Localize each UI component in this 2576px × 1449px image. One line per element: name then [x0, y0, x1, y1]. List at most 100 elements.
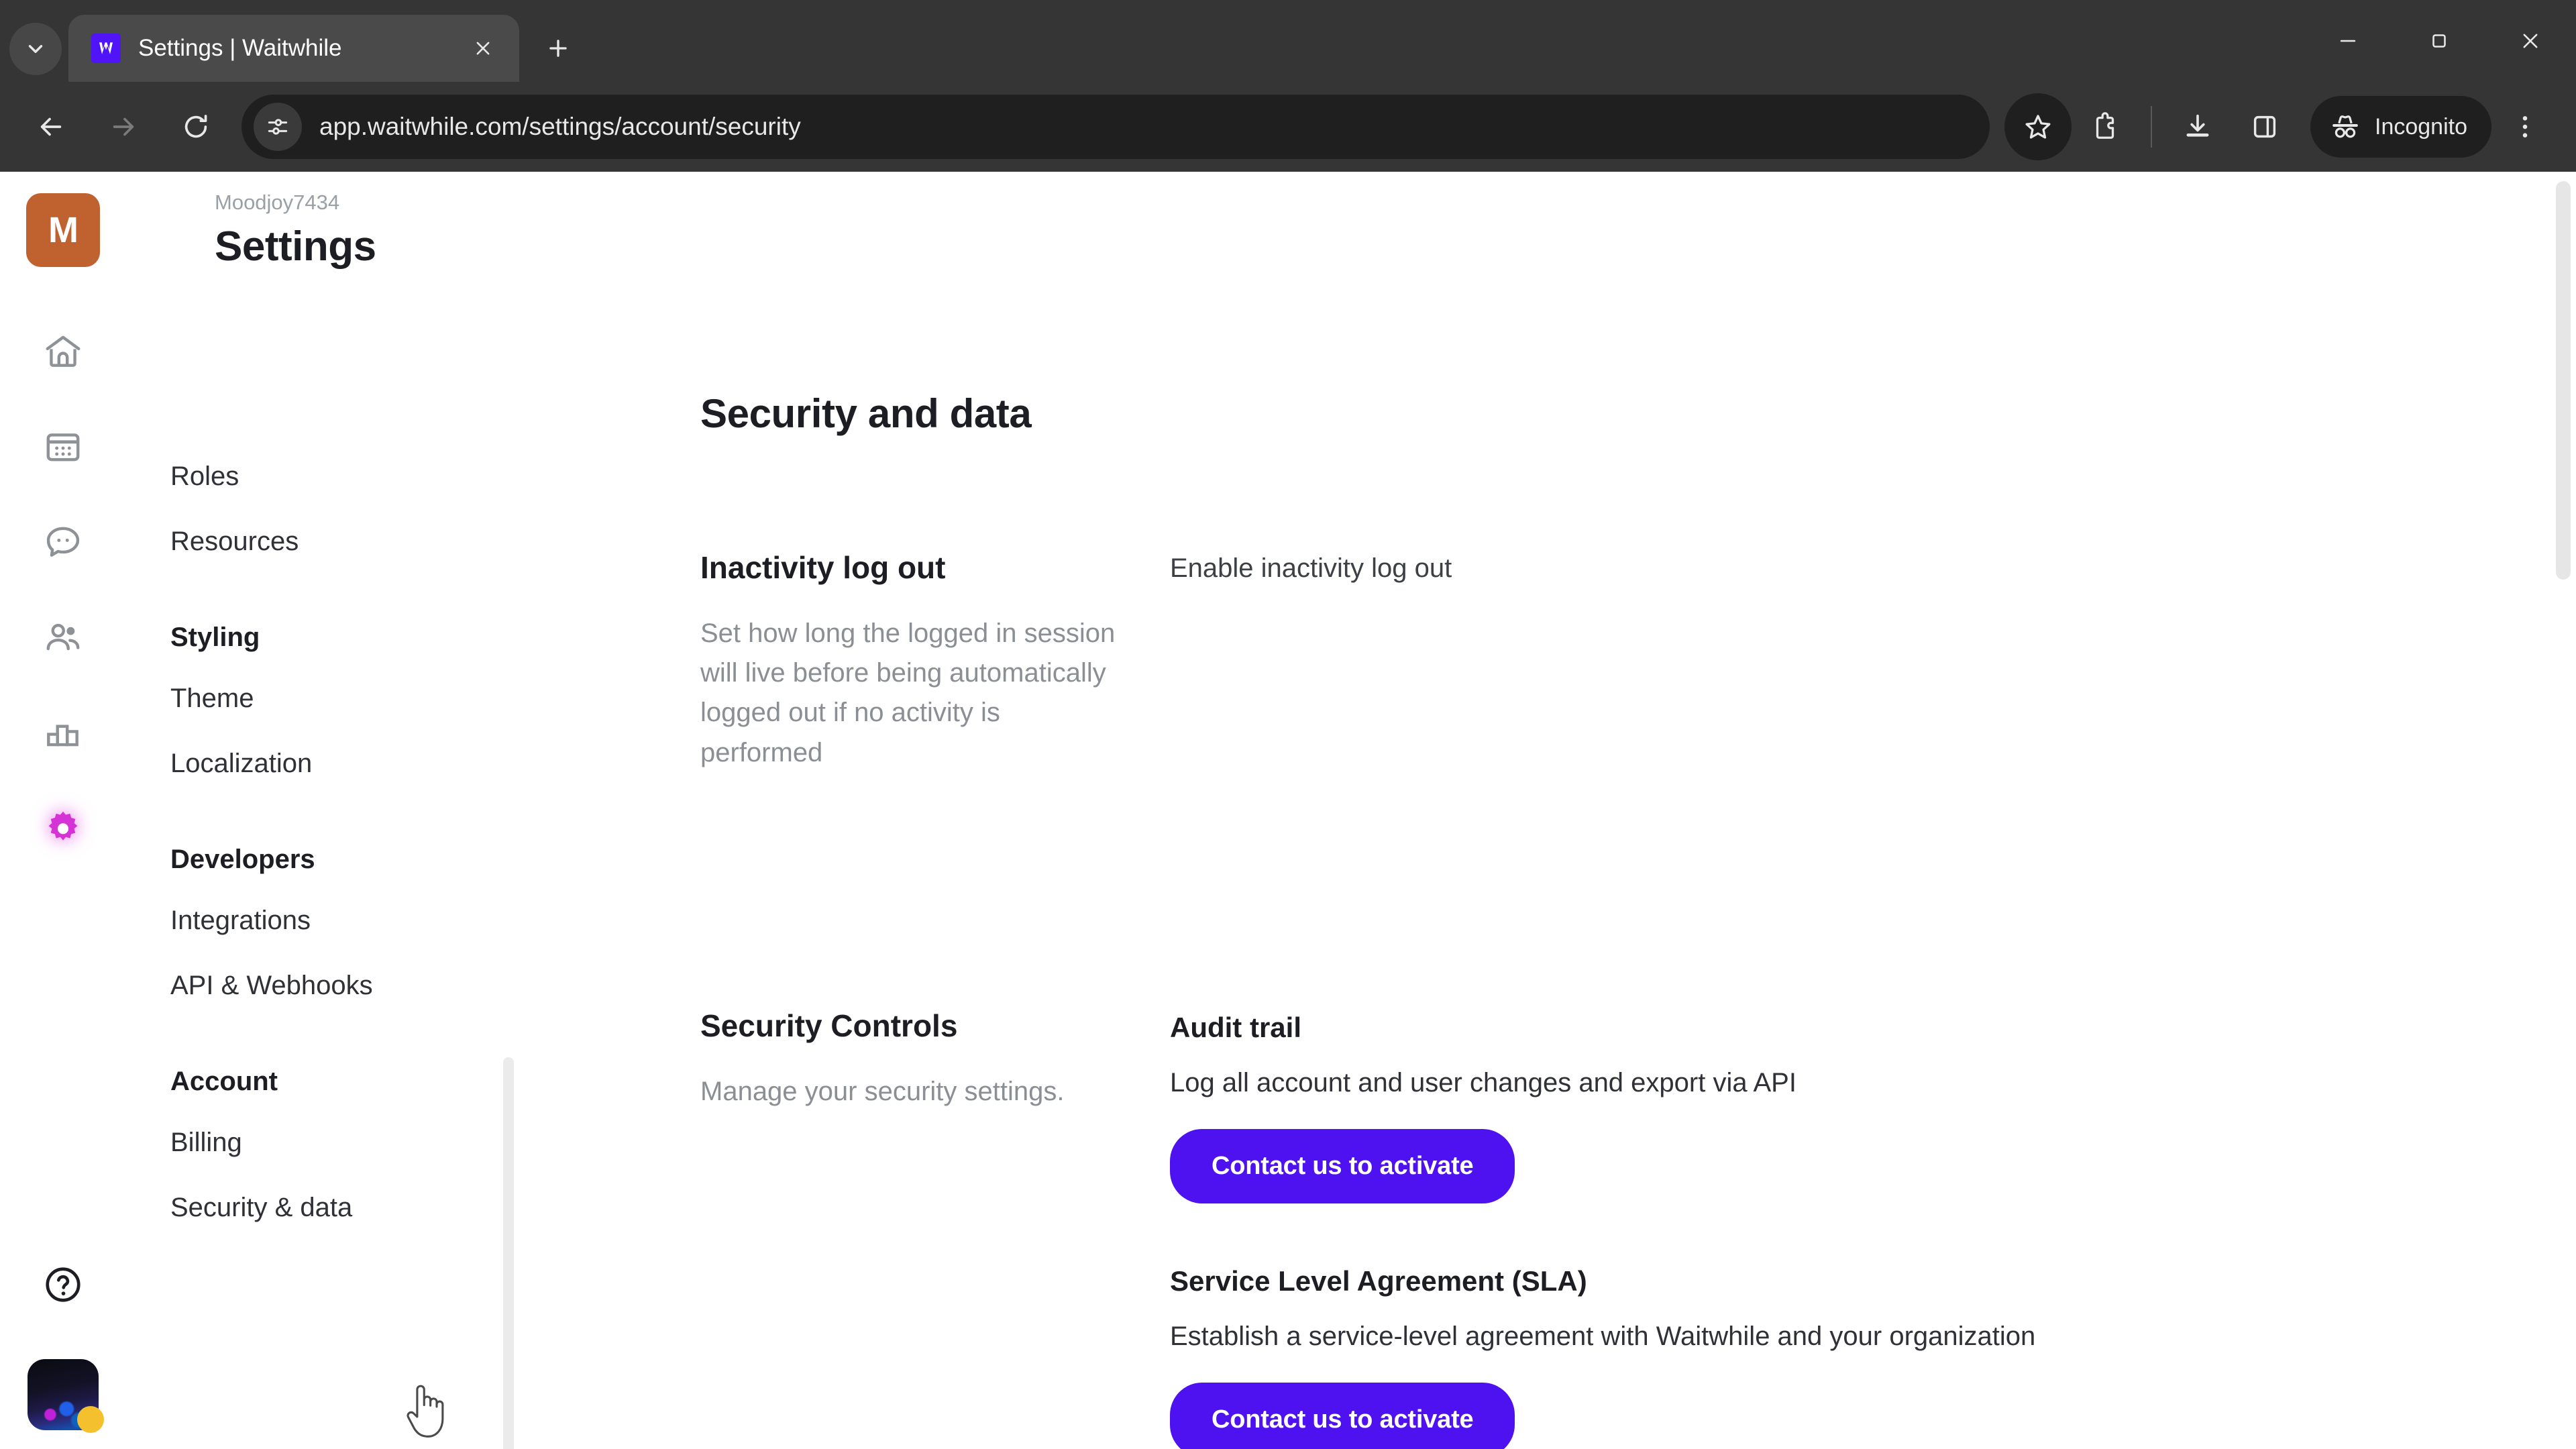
audit-trail-contact-button[interactable]: Contact us to activate	[1170, 1128, 1515, 1203]
sidebar-item-billing[interactable]: Billing	[170, 1128, 526, 1158]
rail-icon-list	[28, 317, 98, 888]
site-settings-icon[interactable]	[254, 103, 302, 151]
section-title: Inactivity log out	[700, 550, 946, 585]
section-title: Security Controls	[700, 1008, 958, 1043]
sla-contact-button[interactable]: Contact us to activate	[1170, 1382, 1515, 1449]
sidebar-group-styling: Styling	[170, 623, 260, 652]
sidebar-group-developers: Developers	[170, 845, 315, 874]
star-icon	[2025, 115, 2051, 139]
section-description-column: Inactivity log out Set how long the logg…	[700, 549, 1170, 773]
control-sla: Service Level Agreement (SLA) Establish …	[1170, 1265, 2576, 1449]
three-dot-menu-icon	[2522, 116, 2528, 138]
incognito-label: Incognito	[2375, 113, 2467, 140]
settings-nav-list: Roles Resources Styling Theme Localizati…	[170, 462, 526, 1258]
section-fields-column: Enable inactivity log out	[1170, 549, 2576, 773]
rail-item-calendar[interactable]	[28, 412, 98, 482]
content-heading: Security and data	[700, 391, 1032, 436]
window-controls	[2302, 0, 2576, 82]
back-button[interactable]	[15, 91, 87, 163]
people-icon	[46, 623, 80, 651]
nav-scrollbar[interactable]	[503, 1057, 514, 1449]
help-button[interactable]	[33, 1254, 93, 1315]
incognito-indicator[interactable]: Incognito	[2310, 96, 2491, 158]
section-description: Manage your security settings.	[700, 1076, 1065, 1106]
tab-title: Settings | Waitwhile	[138, 35, 342, 61]
waitwhile-logo-icon	[91, 34, 121, 63]
section-security-controls: Security Controls Manage your security s…	[700, 1008, 2576, 1449]
page-viewport: M Moodjoy7434 Settings Roles Resources S…	[0, 172, 2576, 1449]
tab-strip: Settings | Waitwhile	[0, 0, 2576, 82]
address-bar[interactable]: app.waitwhile.com/settings/account/secur…	[241, 95, 1990, 159]
calendar-icon	[46, 433, 80, 462]
control-title: Audit trail	[1170, 1011, 1301, 1043]
sidebar-item-localization[interactable]: Localization	[170, 749, 526, 779]
extensions-button[interactable]	[2072, 93, 2139, 160]
side-panel-button[interactable]	[2231, 93, 2298, 160]
rail-item-analytics[interactable]	[28, 698, 98, 767]
bookmark-button[interactable]	[2004, 93, 2072, 160]
close-window-button[interactable]	[2485, 0, 2576, 82]
downloads-button[interactable]	[2164, 93, 2231, 160]
rail-bottom-group	[0, 1254, 126, 1433]
browser-toolbar: app.waitwhile.com/settings/account/secur…	[0, 82, 2576, 172]
control-description: Establish a service-level agreement with…	[1170, 1321, 2036, 1351]
back-arrow-icon	[40, 117, 62, 136]
sidebar-item-theme[interactable]: Theme	[170, 684, 526, 714]
new-tab-button[interactable]	[534, 24, 582, 72]
browser-tab[interactable]: Settings | Waitwhile	[68, 15, 519, 82]
reload-button[interactable]	[160, 91, 232, 163]
section-description-column: Security Controls Manage your security s…	[700, 1008, 1170, 1449]
side-panel-icon	[2253, 115, 2276, 138]
maximize-icon	[2432, 34, 2446, 48]
close-icon	[2523, 34, 2538, 48]
status-badge	[77, 1406, 104, 1433]
settings-nav-panel: Moodjoy7434 Settings Roles Resources Sty…	[126, 172, 526, 1449]
browser-window: Settings | Waitwhile app.waitwhile.com/s…	[0, 0, 2576, 1449]
section-inactivity-log-out: Inactivity log out Set how long the logg…	[700, 549, 2576, 773]
page-title: Settings	[215, 223, 376, 270]
download-icon	[2186, 114, 2209, 137]
incognito-spy-icon	[2332, 115, 2358, 138]
avatar[interactable]	[28, 1359, 104, 1433]
chevron-down-icon	[28, 45, 43, 53]
rail-item-customers[interactable]	[28, 602, 98, 672]
app-sidebar-rail: M	[0, 172, 126, 1449]
workspace-logo[interactable]: M	[26, 193, 100, 267]
organization-name: Moodjoy7434	[215, 191, 340, 214]
sidebar-item-roles[interactable]: Roles	[170, 462, 526, 492]
enable-inactivity-log-out-label[interactable]: Enable inactivity log out	[1170, 553, 2576, 584]
minimize-icon	[2340, 40, 2356, 42]
maximize-button[interactable]	[2394, 0, 2485, 82]
minimize-button[interactable]	[2302, 0, 2394, 82]
browser-menu-button[interactable]	[2491, 93, 2559, 160]
section-description: Set how long the logged in session will …	[700, 619, 1116, 767]
sidebar-item-security-data[interactable]: Security & data	[170, 1193, 526, 1223]
control-audit-trail: Audit trail Log all account and user cha…	[1170, 1012, 2576, 1203]
control-description: Log all account and user changes and exp…	[1170, 1067, 1796, 1097]
reload-icon	[184, 115, 207, 138]
tab-search-button[interactable]	[9, 23, 62, 75]
toolbar-divider	[2151, 106, 2152, 148]
sidebar-item-api-webhooks[interactable]: API & Webhooks	[170, 971, 526, 1001]
rail-item-home[interactable]	[28, 317, 98, 386]
chat-bubble-icon	[46, 527, 80, 557]
sidebar-item-integrations[interactable]: Integrations	[170, 906, 526, 936]
gear-icon	[48, 811, 78, 841]
rail-item-settings[interactable]	[28, 793, 98, 863]
rail-item-messages[interactable]	[28, 507, 98, 577]
bar-chart-icon	[47, 724, 78, 747]
extensions-puzzle-icon	[2096, 112, 2114, 139]
forward-button[interactable]	[87, 91, 160, 163]
sidebar-item-resources[interactable]: Resources	[170, 527, 526, 557]
tab-close-button[interactable]	[464, 30, 502, 67]
page-scrollbar[interactable]	[2556, 181, 2571, 580]
close-icon	[476, 42, 490, 55]
url-text: app.waitwhile.com/settings/account/secur…	[319, 113, 801, 140]
control-title: Service Level Agreement (SLA)	[1170, 1265, 1587, 1297]
main-content: Security and data Inactivity log out Set…	[526, 172, 2576, 1449]
plus-icon	[549, 40, 567, 57]
help-question-icon	[46, 1267, 80, 1302]
